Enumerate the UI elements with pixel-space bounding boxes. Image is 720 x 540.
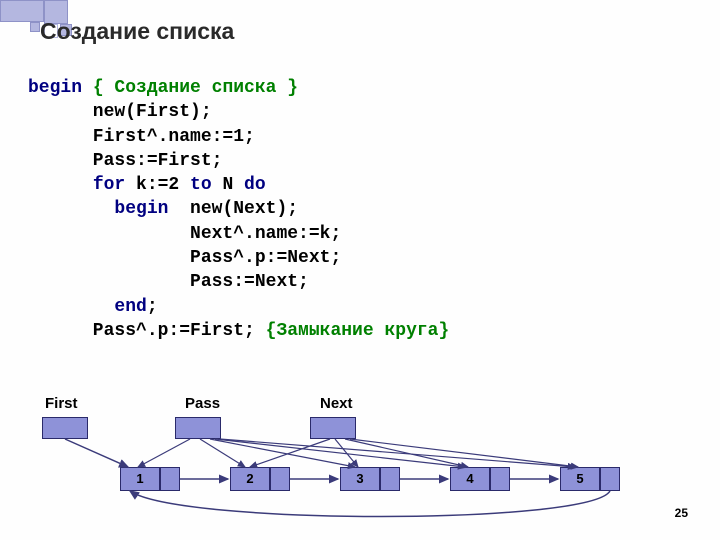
code-line: Pass:=Next; bbox=[28, 272, 309, 292]
deco-square bbox=[0, 0, 44, 22]
code-line: First^.name:=1; bbox=[28, 127, 255, 147]
kw-begin: begin bbox=[114, 199, 168, 219]
comment: { Создание списка } bbox=[82, 78, 298, 98]
list-node-ptr bbox=[490, 467, 510, 491]
code-frag: Pass^.p:=First; bbox=[28, 321, 266, 341]
comment: {Замыкание круга} bbox=[266, 321, 450, 341]
code-indent bbox=[28, 297, 114, 317]
code-frag: new(Next); bbox=[168, 199, 298, 219]
code-frag: ; bbox=[147, 297, 158, 317]
deco-square bbox=[30, 22, 40, 32]
list-node: 2 bbox=[230, 467, 270, 491]
label-first: First bbox=[45, 395, 78, 412]
list-node-ptr bbox=[600, 467, 620, 491]
code-indent bbox=[28, 199, 114, 219]
diagram-arrows bbox=[30, 395, 690, 535]
code-block: begin { Создание списка } new(First); Fi… bbox=[28, 76, 449, 343]
code-line: Next^.name:=k; bbox=[28, 224, 341, 244]
pointer-pass bbox=[175, 417, 221, 439]
kw-do: do bbox=[244, 175, 266, 195]
kw-end: end bbox=[114, 297, 146, 317]
list-node: 5 bbox=[560, 467, 600, 491]
linked-list-diagram: First Pass Next 1 2 3 4 5 bbox=[30, 395, 690, 535]
list-node: 3 bbox=[340, 467, 380, 491]
list-node-ptr bbox=[270, 467, 290, 491]
code-line: Pass^.p:=Next; bbox=[28, 248, 341, 268]
kw-for: for bbox=[93, 175, 125, 195]
code-frag: N bbox=[212, 175, 244, 195]
pointer-next bbox=[310, 417, 356, 439]
kw-begin: begin bbox=[28, 78, 82, 98]
code-indent bbox=[28, 175, 93, 195]
label-next: Next bbox=[320, 395, 353, 412]
code-line: Pass:=First; bbox=[28, 151, 222, 171]
list-node: 1 bbox=[120, 467, 160, 491]
list-node: 4 bbox=[450, 467, 490, 491]
list-node-ptr bbox=[160, 467, 180, 491]
pointer-first bbox=[42, 417, 88, 439]
label-pass: Pass bbox=[185, 395, 220, 412]
list-node-ptr bbox=[380, 467, 400, 491]
slide-title: Создание списка bbox=[40, 18, 234, 45]
code-frag: k:=2 bbox=[125, 175, 190, 195]
page-number: 25 bbox=[675, 506, 688, 520]
code-line: new(First); bbox=[28, 102, 212, 122]
kw-to: to bbox=[190, 175, 212, 195]
